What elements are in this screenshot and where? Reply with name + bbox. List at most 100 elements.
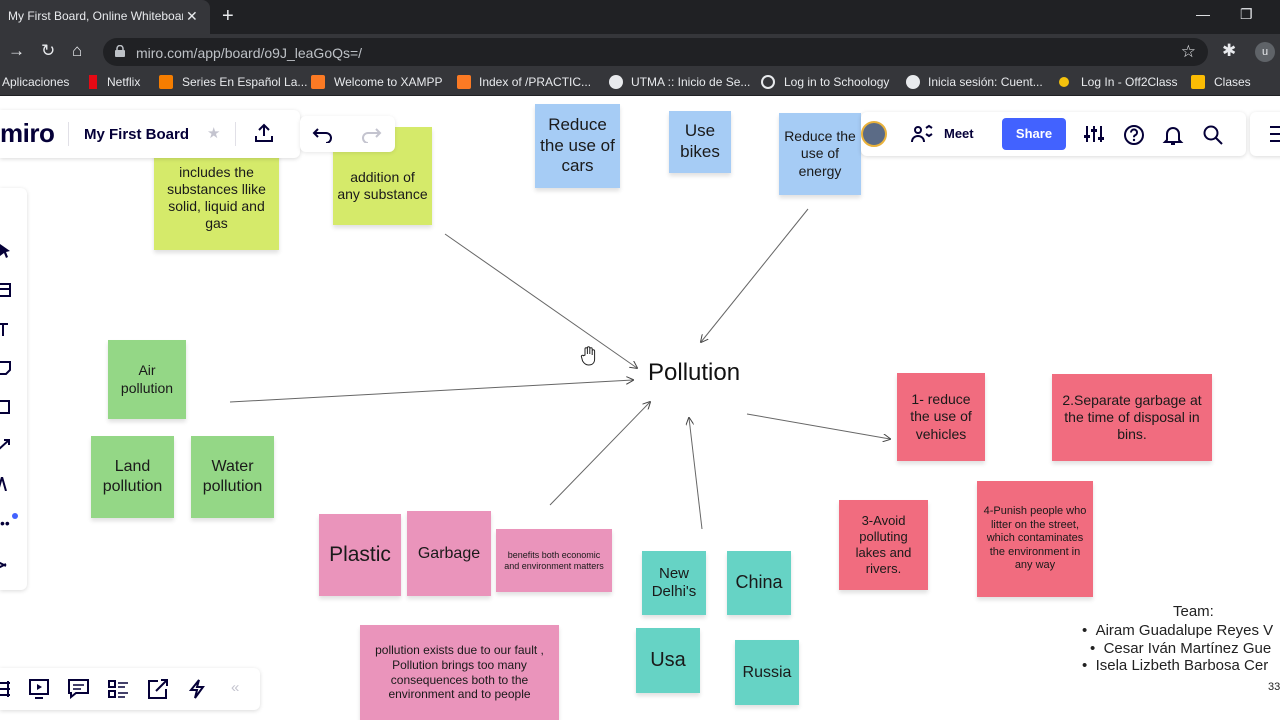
collaborator-avatar[interactable] [861, 121, 887, 147]
xampp-icon [457, 75, 471, 89]
browser-tab[interactable]: My First Board, Online Whiteboard ✕ [0, 0, 210, 34]
sticky-note[interactable]: Use bikes [669, 111, 731, 173]
select-cursor-icon[interactable] [0, 244, 14, 258]
bookmark-off2class[interactable]: Log In - Off2Class [1081, 75, 1178, 89]
more-tools-icon[interactable]: •• [0, 516, 10, 530]
share-screen-icon[interactable] [148, 679, 169, 699]
connection-line-icon[interactable] [0, 438, 14, 452]
collaboration-panel: Meet Share [861, 112, 1246, 156]
sticky-note[interactable]: 4-Punish people who litter on the street… [977, 481, 1093, 597]
sticky-note[interactable]: Air pollution [108, 340, 186, 419]
share-button[interactable]: Share [1002, 118, 1066, 150]
sticky-note[interactable]: Garbage [407, 511, 491, 596]
extensions-icon[interactable]: ✱ [1222, 41, 1236, 61]
shape-tool-icon[interactable] [0, 400, 14, 414]
browser-tab-bar: My First Board, Online Whiteboard ✕ + — … [0, 0, 1280, 34]
profile-avatar[interactable]: u [1255, 42, 1275, 62]
minimize-icon[interactable]: — [1196, 6, 1210, 22]
team-title: Team: [1173, 603, 1214, 620]
comment-icon[interactable] [68, 679, 89, 699]
sticky-note[interactable]: 1- reduce the use of vehicles [897, 373, 985, 461]
bookmark-index[interactable]: Index of /PRACTIC... [479, 75, 591, 89]
classroom-icon [1191, 75, 1205, 89]
search-icon[interactable] [1202, 124, 1224, 146]
pen-icon[interactable] [0, 477, 14, 491]
bottom-toolbar: « [0, 668, 260, 710]
upload-icon[interactable] [253, 122, 275, 144]
bookmark-apps[interactable]: Aplicaciones [2, 75, 69, 89]
sticky-note[interactable]: Usa [636, 628, 700, 693]
sticky-note[interactable]: New Delhi's [642, 551, 706, 615]
bookmark-schoology[interactable]: Log in to Schoology [784, 75, 889, 89]
sticky-note-icon[interactable] [0, 361, 14, 375]
sticky-note[interactable]: Plastic [319, 514, 401, 596]
lock-icon [115, 45, 125, 57]
undo-redo-panel [300, 116, 395, 152]
board-header: miro My First Board ★ [0, 110, 300, 158]
sticky-note[interactable]: 2.Separate garbage at the time of dispos… [1052, 374, 1212, 461]
text-tool-icon[interactable] [0, 322, 14, 336]
bookmark-utma[interactable]: UTMA :: Inicio de Se... [631, 75, 750, 89]
collapse-icon[interactable] [0, 558, 14, 572]
divider [235, 122, 236, 146]
undo-icon[interactable] [312, 125, 334, 143]
restore-icon[interactable]: ❐ [1240, 6, 1253, 23]
sticky-note[interactable]: Russia [735, 640, 799, 705]
redo-icon[interactable] [360, 125, 382, 143]
sticky-note[interactable]: Land pollution [91, 436, 174, 518]
connector-arrow [549, 402, 650, 506]
sticky-note[interactable]: 3-Avoid polluting lakes and rivers. [839, 500, 928, 590]
hand-cursor-icon [580, 346, 596, 366]
board-menu-panel [1250, 112, 1280, 156]
board-name[interactable]: My First Board [84, 126, 189, 143]
new-tab-icon[interactable]: + [222, 5, 234, 27]
sticky-note[interactable]: pollution exists due to our fault , Poll… [360, 625, 559, 720]
connector-arrow [746, 413, 890, 439]
miro-logo[interactable]: miro [0, 118, 55, 149]
home-icon[interactable]: ⌂ [72, 41, 82, 61]
connector-arrow [701, 208, 809, 342]
blogger-icon [159, 75, 173, 89]
meet-label[interactable]: Meet [944, 126, 974, 141]
sticky-note[interactable]: Water pollution [191, 436, 274, 518]
sticky-note[interactable]: Reduce the use of energy [779, 113, 861, 195]
bookmarks-bar: Aplicaciones Netflix Series En Español L… [0, 70, 1280, 96]
address-bar[interactable]: miro.com/app/board/o9J_leaGoQs=/ ☆ [103, 38, 1208, 66]
central-topic[interactable]: Pollution [648, 359, 740, 387]
sticky-note[interactable]: benefits both economic and environment m… [496, 529, 612, 592]
xampp-icon [311, 75, 325, 89]
bookmark-series[interactable]: Series En Español La... [182, 75, 307, 89]
tab-title: My First Board, Online Whiteboard [8, 9, 183, 23]
bookmark-xampp[interactable]: Welcome to XAMPP [334, 75, 442, 89]
connector-arrow [229, 380, 633, 403]
lightning-icon[interactable] [189, 679, 205, 699]
bookmark-star-icon[interactable]: ☆ [1181, 42, 1196, 62]
sticky-note[interactable]: China [727, 551, 791, 615]
bookmark-clases[interactable]: Clases [1214, 75, 1251, 89]
divider [68, 122, 69, 146]
help-icon[interactable] [1123, 124, 1145, 146]
connector-arrow [689, 418, 703, 530]
schoology-icon [761, 75, 775, 89]
team-member: • Airam Guadalupe Reyes V [1082, 622, 1274, 639]
star-icon[interactable]: ★ [207, 124, 220, 142]
browser-nav-bar: → ↻ ⌂ miro.com/app/board/o9J_leaGoQs=/ ☆… [0, 34, 1280, 70]
settings-sliders-icon[interactable] [1083, 124, 1105, 144]
forward-icon[interactable]: → [8, 41, 25, 61]
close-tab-icon[interactable]: ✕ [186, 8, 198, 24]
presentation-icon[interactable] [29, 679, 50, 699]
collapse-toolbar-icon[interactable]: « [231, 679, 239, 696]
connector-arrow [444, 233, 637, 368]
sticky-note[interactable]: Reduce the use of cars [535, 104, 620, 188]
reload-icon[interactable]: ↻ [41, 41, 55, 61]
bookmark-google[interactable]: Inicia sesión: Cuent... [928, 75, 1043, 89]
bookmark-netflix[interactable]: Netflix [107, 75, 140, 89]
template-icon[interactable] [0, 283, 14, 297]
zoom-indicator[interactable]: 33 [1268, 681, 1280, 693]
notification-bell-icon[interactable] [1162, 124, 1184, 146]
team-member: • Cesar Iván Martínez Gue [1090, 640, 1272, 657]
card-list-icon[interactable] [108, 679, 129, 699]
meet-icon[interactable] [911, 124, 935, 144]
frames-icon[interactable] [0, 679, 12, 699]
list-menu-icon[interactable] [1268, 125, 1280, 143]
